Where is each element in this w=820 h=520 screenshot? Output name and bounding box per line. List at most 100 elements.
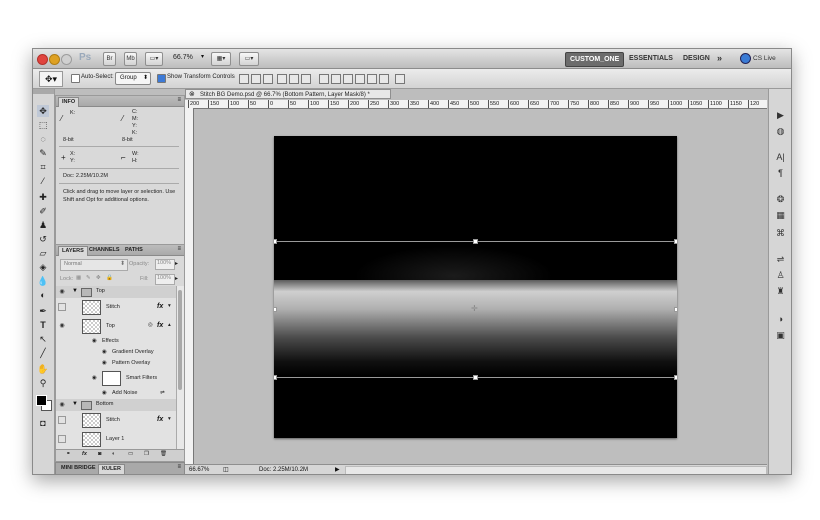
arrange-documents-button[interactable]: ▦▾ [211, 52, 231, 66]
transform-handle-tr[interactable] [674, 239, 677, 244]
zoom-tool-icon[interactable]: ⚲ [37, 377, 49, 389]
play-action-icon[interactable]: ▶ [774, 109, 787, 121]
status-menu-arrow-icon[interactable]: ▶ [335, 465, 340, 474]
effect-eye-icon[interactable]: ◉ [102, 360, 107, 366]
visibility-empty[interactable] [58, 303, 66, 311]
styles-icon[interactable]: ▦ [774, 209, 787, 221]
document-tab[interactable]: ⊗ Stitch BG Demo.psd @ 66.7% (Bottom Pat… [185, 89, 391, 99]
chevron-down-icon[interactable]: ▾ [168, 303, 171, 309]
distribute-left-icon[interactable] [355, 74, 365, 84]
new-group-icon[interactable]: ▭ [128, 451, 133, 457]
auto-select-checkbox[interactable] [71, 74, 80, 83]
tab-kuler[interactable]: KULER [98, 464, 125, 474]
layers-scrollbar[interactable] [176, 286, 184, 449]
move-tool-icon[interactable]: ✥ [37, 105, 49, 117]
screen-mode-button[interactable]: ▭▾ [239, 52, 259, 66]
visibility-eye-icon[interactable]: ◉ [58, 322, 66, 330]
opacity-arrow-icon[interactable]: ▸ [175, 260, 178, 267]
lasso-tool-icon[interactable]: ◌ [37, 133, 49, 145]
zoom-level[interactable]: 66.7% [173, 54, 193, 61]
tab-info[interactable]: INFO [58, 97, 80, 107]
panel-menu-icon[interactable]: ≡ [177, 97, 181, 103]
align-left-icon[interactable] [277, 74, 287, 84]
paragraph-icon[interactable]: ¶ [774, 167, 787, 179]
fx-icon[interactable]: fx [157, 416, 163, 423]
status-options-icon[interactable]: ◫ [223, 465, 229, 474]
lock-transparent-icon[interactable]: ▦ [76, 275, 81, 281]
smart-filters[interactable]: ◉ Smart Filters [56, 369, 176, 389]
chevron-down-icon[interactable]: ▾ [168, 416, 171, 422]
fx-icon[interactable]: fx [157, 303, 163, 310]
lock-position-icon[interactable]: ✥ [96, 275, 101, 281]
distribute-center-icon[interactable] [331, 74, 341, 84]
tab-channels[interactable]: CHANNELS [86, 246, 123, 255]
layer-comps-icon[interactable]: ▣ [774, 329, 787, 341]
blend-mode-dropdown[interactable]: Normal ⬍ [60, 259, 128, 271]
fx-icon[interactable]: fx [157, 322, 163, 329]
adjustments-icon[interactable]: ⌘ [774, 227, 787, 239]
path-selection-tool-icon[interactable]: ↖ [37, 333, 49, 345]
shape-tool-icon[interactable]: ╱ [37, 347, 49, 359]
transform-handle-mr[interactable] [674, 307, 677, 312]
auto-select-dropdown[interactable]: Group ⬍ [115, 72, 151, 85]
panel-menu-icon[interactable]: ≡ [177, 464, 181, 470]
tab-layers[interactable]: LAYERS [58, 246, 88, 256]
brush-tool-icon[interactable]: ✐ [37, 205, 49, 217]
lock-all-icon[interactable]: 🔒 [106, 275, 113, 281]
chevron-up-icon[interactable]: ▴ [168, 322, 171, 328]
navigator-icon[interactable]: ◍ [774, 125, 787, 137]
layer-top[interactable]: ◉ Top ◎ fx ▴ [56, 317, 176, 337]
distribute-right-icon[interactable] [379, 74, 389, 84]
effect-eye-icon[interactable]: ◉ [92, 338, 97, 344]
healing-brush-tool-icon[interactable]: ✚ [37, 191, 49, 203]
transform-handle-tl[interactable] [274, 239, 277, 244]
swatches-icon[interactable]: ❂ [774, 193, 787, 205]
trash-icon[interactable]: 🗑 [160, 451, 167, 457]
history-brush-tool-icon[interactable]: ↺ [37, 233, 49, 245]
masks-icon[interactable]: ◑ [774, 313, 787, 325]
distribute-top-icon[interactable] [319, 74, 329, 84]
close-window-button[interactable] [37, 54, 48, 65]
adjustment-layer-icon[interactable]: ◐ [112, 451, 115, 457]
visibility-eye-icon[interactable]: ◉ [58, 401, 66, 409]
marquee-tool-icon[interactable]: ⬚ [37, 119, 49, 131]
quick-mask-icon[interactable]: ◘ [37, 417, 49, 429]
fill-arrow-icon[interactable]: ▸ [175, 275, 178, 282]
foreground-color-swatch[interactable] [36, 395, 47, 406]
align-right-icon[interactable] [301, 74, 311, 84]
tool-presets-icon[interactable]: ♜ [774, 285, 787, 297]
document-canvas[interactable]: ✛ [274, 136, 677, 438]
transform-handle-tc[interactable] [473, 239, 478, 244]
visibility-empty[interactable] [58, 416, 66, 424]
pen-tool-icon[interactable]: ✒ [37, 305, 49, 317]
disclosure-triangle-icon[interactable]: ▼ [72, 401, 78, 407]
character-icon[interactable]: A| [774, 151, 787, 163]
layer-1[interactable]: Layer 1 [56, 430, 176, 449]
dodge-tool-icon[interactable]: ◐ [37, 289, 49, 301]
visibility-eye-icon[interactable]: ◉ [58, 288, 66, 296]
minimize-window-button[interactable] [49, 54, 60, 65]
align-horizontal-center-icon[interactable] [289, 74, 299, 84]
more-workspaces-button[interactable]: » [717, 52, 722, 65]
tab-mini-bridge[interactable]: MINI BRIDGE [58, 464, 99, 473]
reference-point-icon[interactable]: ✛ [471, 304, 478, 313]
add-mask-icon[interactable]: ◙ [98, 451, 101, 457]
align-vertical-center-icon[interactable] [251, 74, 261, 84]
align-top-icon[interactable] [239, 74, 249, 84]
move-tool-preset-button[interactable]: ✥▾ [39, 71, 63, 87]
show-transform-checkbox[interactable] [157, 74, 166, 83]
close-document-icon[interactable]: ⊗ [189, 90, 195, 100]
eraser-tool-icon[interactable]: ▱ [37, 247, 49, 259]
distribute-bottom-icon[interactable] [343, 74, 353, 84]
filter-options-icon[interactable]: ⇌ [160, 390, 165, 396]
horizontal-scrollbar[interactable] [345, 466, 767, 474]
paint-bucket-tool-icon[interactable]: ◈ [37, 261, 49, 273]
workspace-custom-one[interactable]: CUSTOM_ONE [565, 52, 625, 67]
transform-handle-bc[interactable] [473, 375, 478, 380]
layer-stitch[interactable]: Stitch fx ▾ [56, 298, 176, 318]
crop-tool-icon[interactable]: ⌗ [37, 161, 49, 173]
lock-image-icon[interactable]: ✎ [86, 275, 91, 281]
bridge-button[interactable]: Br [103, 52, 116, 66]
effect-eye-icon[interactable]: ◉ [102, 349, 107, 355]
layer-stitch-2[interactable]: Stitch fx ▾ [56, 411, 176, 431]
